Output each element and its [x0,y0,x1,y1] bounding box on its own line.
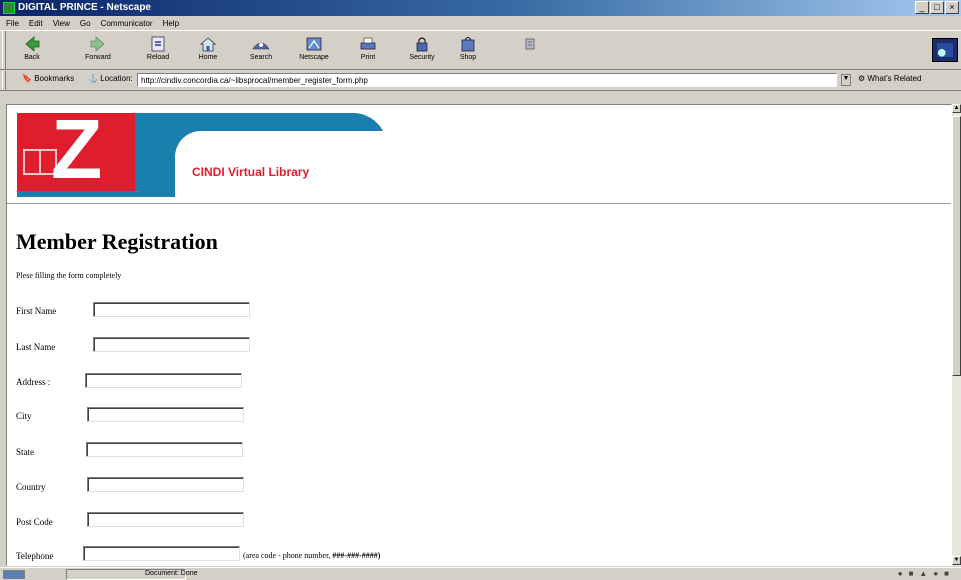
status-bar: Document: Done ●■▲●■ [0,567,961,580]
url-input[interactable]: http://cindiv.concordia.ca/~libsprocal/m… [137,73,837,87]
bookmarks-button[interactable]: 🔖 Bookmarks [22,74,74,83]
last-name-label: Last Name [16,342,56,352]
print-label: Print [360,54,376,61]
browser-window: DIGITAL PRINCE - Netscape _ □ × File Edi… [0,0,961,580]
telephone-field[interactable] [83,546,240,561]
bookmarks-label: Bookmarks [34,74,75,83]
header-divider [7,203,951,204]
location-toolbar: 🔖 Bookmarks ⚓ Location: http://cindiv.co… [0,71,961,91]
menu-communicator[interactable]: Communicator [101,19,153,28]
home-icon [199,37,217,52]
first-name-label: First Name [16,306,57,316]
security-button[interactable]: Security [404,34,440,68]
netscape-app-icon [3,2,15,14]
country-field[interactable] [87,477,244,492]
menu-bar: File Edit View Go Communicator Help [0,16,961,30]
title-bar: DIGITAL PRINCE - Netscape _ □ × [0,0,961,16]
vertical-scrollbar[interactable]: ▲ ▼ [952,104,961,566]
netscape-label: Netscape [299,54,329,61]
scroll-up-icon[interactable]: ▲ [952,104,961,113]
scroll-down-icon[interactable]: ▼ [952,556,961,565]
menu-edit[interactable]: Edit [29,19,43,28]
banner-white-cutout [175,131,387,197]
country-label: Country [16,482,46,492]
telephone-format-hint: (area code - phone number, ###-###-####) [243,551,380,560]
scrollbar-thumb[interactable] [952,116,961,376]
post-code-field[interactable] [87,512,244,527]
state-field[interactable] [86,442,243,457]
home-label: Home [198,54,218,61]
post-code-label: Post Code [16,517,53,527]
netscape-throbber-logo[interactable] [932,38,958,62]
address-field[interactable] [85,373,242,388]
forward-arrow-icon [90,36,105,52]
location-label-text: Location: [100,74,133,83]
telephone-hint-prefix: (area code - phone number, [243,551,331,560]
navigation-toolbar: Back Forward Reload Home Search Netscape… [0,30,961,70]
search-button[interactable]: Search [243,34,279,68]
chevron-down-icon[interactable]: ▼ [841,74,851,86]
location-label: ⚓ Location: [88,74,133,83]
component-bar-icons[interactable]: ●■▲●■ [898,569,955,578]
reload-label: Reload [146,54,170,61]
telephone-hint-format: ###-###-####) [332,551,381,560]
shop-icon [461,37,475,52]
stop-button[interactable] [512,34,548,68]
security-label: Security [409,54,435,61]
city-field[interactable] [87,407,244,422]
forward-label: Forward [85,54,111,61]
forward-button[interactable]: Forward [80,34,116,68]
back-button[interactable]: Back [14,34,50,68]
address-label: Address : [16,377,51,387]
first-name-field[interactable] [93,302,250,317]
stop-icon [525,38,535,50]
page-content: Z CINDI Virtual Library Member Registrat… [6,104,952,566]
close-button[interactable]: × [945,1,959,14]
logo-letter: Z [51,104,103,196]
form-instructions: Plese filling the form completely [16,271,122,280]
menu-help[interactable]: Help [163,19,179,28]
menu-go[interactable]: Go [80,19,91,28]
shop-button[interactable]: Shop [450,34,486,68]
maximize-button[interactable]: □ [930,1,944,14]
city-label: City [16,411,32,421]
toolbar-grip[interactable] [2,31,6,69]
reload-button[interactable]: Reload [140,34,176,68]
netscape-button[interactable]: Netscape [296,34,332,68]
back-arrow-icon [25,36,40,52]
netscape-icon [306,37,322,51]
menu-view[interactable]: View [53,19,70,28]
back-label: Back [24,54,40,61]
shop-label: Shop [459,54,477,61]
security-icon [416,37,428,52]
telephone-label: Telephone [16,551,54,561]
whats-related-button[interactable]: ⚙ What's Related [858,74,921,83]
search-label: Search [249,54,273,61]
search-icon [252,42,270,50]
minimize-button[interactable]: _ [915,1,929,14]
menu-file[interactable]: File [6,19,19,28]
print-icon [360,37,376,50]
home-button[interactable]: Home [190,34,226,68]
status-text: Document: Done [66,569,198,580]
security-status-icon[interactable] [3,570,25,579]
cindi-banner: Z CINDI Virtual Library [17,107,387,199]
banner-logo-box: Z [17,107,135,191]
reload-icon [151,36,165,52]
location-grip[interactable] [2,71,6,90]
last-name-field[interactable] [93,337,250,352]
window-title: DIGITAL PRINCE - Netscape [18,2,151,13]
whats-related-label: What's Related [867,74,922,83]
page-title: Member Registration [16,229,218,254]
library-title: CINDI Virtual Library [192,165,310,179]
print-button[interactable]: Print [350,34,386,68]
state-label: State [16,447,34,457]
